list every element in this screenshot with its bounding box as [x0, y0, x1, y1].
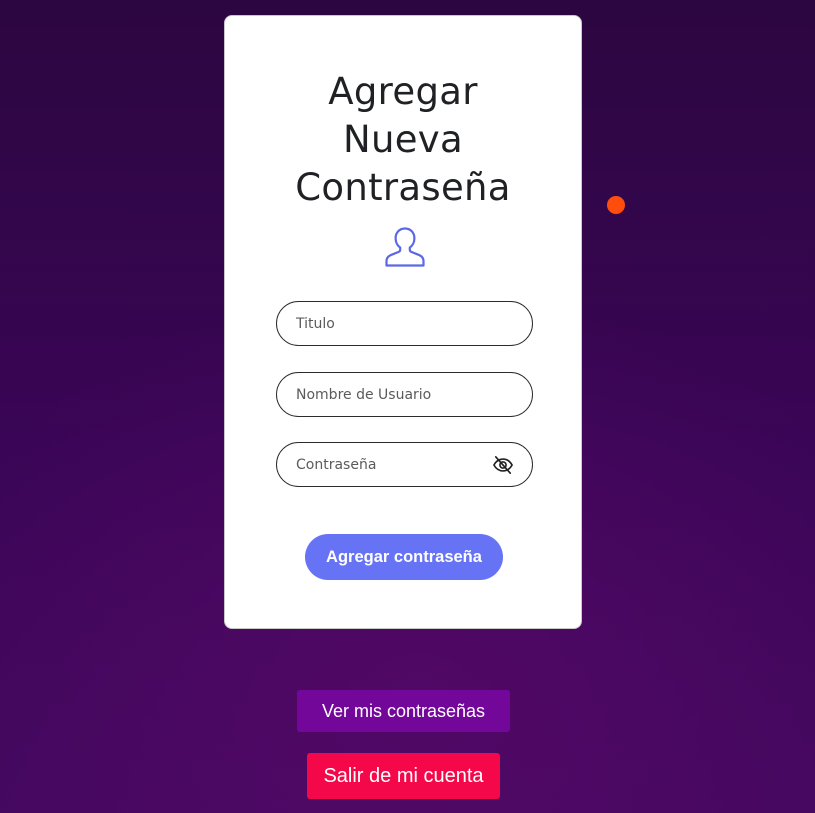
username-field	[276, 372, 533, 417]
title-line-1: Agregar	[328, 70, 478, 113]
username-input[interactable]	[296, 373, 496, 416]
eye-slash-icon[interactable]	[492, 455, 514, 475]
page-title: Agregar Nueva Contraseña	[225, 68, 581, 212]
password-field	[276, 442, 533, 487]
user-icon	[385, 227, 425, 267]
title-line-3: Contraseña	[295, 166, 511, 209]
add-password-card: Agregar Nueva Contraseña Agregar contras…	[224, 15, 582, 629]
title-input[interactable]	[296, 302, 496, 345]
title-line-2: Nueva	[343, 118, 463, 161]
logout-button[interactable]: Salir de mi cuenta	[307, 753, 500, 799]
view-passwords-button[interactable]: Ver mis contraseñas	[297, 690, 510, 732]
password-input[interactable]	[296, 443, 496, 486]
add-password-button[interactable]: Agregar contraseña	[305, 534, 503, 580]
indicator-dot	[607, 196, 625, 214]
title-field	[276, 301, 533, 346]
